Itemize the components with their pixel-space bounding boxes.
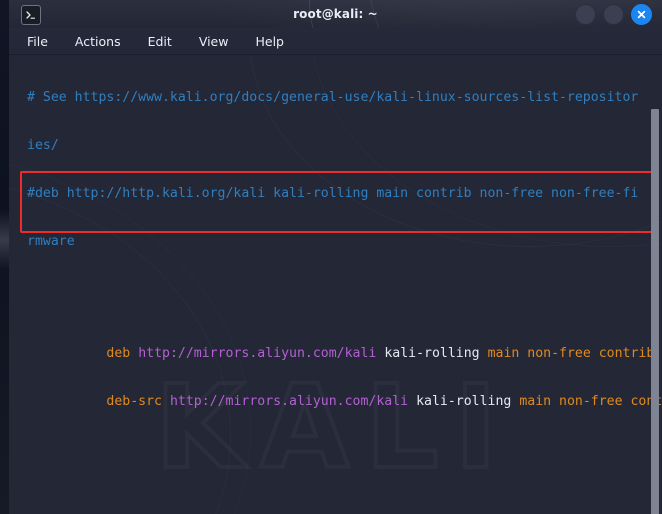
source-keyword: deb xyxy=(106,346,131,361)
line-text: # See https://www.kali.org/docs/general-… xyxy=(27,90,639,105)
line-text: ies/ xyxy=(27,138,59,153)
terminal-canvas[interactable]: KALI "the quieter you become, the # See … xyxy=(9,55,662,514)
editor-line-blank xyxy=(27,282,662,298)
window-controls xyxy=(575,4,652,25)
menu-item-edit[interactable]: Edit xyxy=(148,34,172,49)
menubar: File Actions Edit View Help xyxy=(9,28,662,55)
close-icon xyxy=(637,10,646,19)
window-titlebar[interactable]: root@kali: ~ xyxy=(9,0,662,28)
terminal-window: root@kali: ~ File Actions Edit View Help xyxy=(9,0,662,514)
editor-line: rmware xyxy=(27,234,662,250)
line-text: rmware xyxy=(27,234,75,249)
source-distribution: kali-rolling xyxy=(384,346,480,361)
editor-line: ies/ xyxy=(27,138,662,154)
editor-line: # See https://www.kali.org/docs/general-… xyxy=(27,90,662,106)
source-components: main non-free contrib xyxy=(487,346,655,361)
source-keyword: deb-src xyxy=(106,394,162,409)
maximize-button[interactable] xyxy=(603,4,624,25)
source-url: http://mirrors.aliyun.com/kali xyxy=(138,346,377,361)
minimize-button[interactable] xyxy=(575,4,596,25)
scrollbar-thumb[interactable] xyxy=(651,109,659,514)
editor-line-blank xyxy=(27,474,662,490)
desktop-background xyxy=(0,0,9,514)
source-distribution: kali-rolling xyxy=(416,394,512,409)
menu-item-view[interactable]: View xyxy=(199,34,229,49)
terminal-scrollbar[interactable] xyxy=(651,109,659,514)
close-button[interactable] xyxy=(631,4,652,25)
editor-line-blank xyxy=(27,426,662,442)
editor-line: #deb http://http.kali.org/kali kali-roll… xyxy=(27,186,662,202)
source-url: http://mirrors.aliyun.com/kali xyxy=(169,394,409,409)
menu-item-actions[interactable]: Actions xyxy=(75,34,121,49)
editor-line-source: deb http://mirrors.aliyun.com/kali kali-… xyxy=(27,330,662,361)
editor-text-area[interactable]: # See https://www.kali.org/docs/general-… xyxy=(9,55,662,514)
menu-item-file[interactable]: File xyxy=(27,34,48,49)
editor-line-source: deb-src http://mirrors.aliyun.com/kali k… xyxy=(27,378,662,409)
source-components: main non-free contrib xyxy=(519,394,662,409)
menu-item-help[interactable]: Help xyxy=(255,34,284,49)
window-title: root@kali: ~ xyxy=(293,7,378,21)
screen: root@kali: ~ File Actions Edit View Help xyxy=(0,0,662,514)
line-text: #deb http://http.kali.org/kali kali-roll… xyxy=(27,186,639,201)
